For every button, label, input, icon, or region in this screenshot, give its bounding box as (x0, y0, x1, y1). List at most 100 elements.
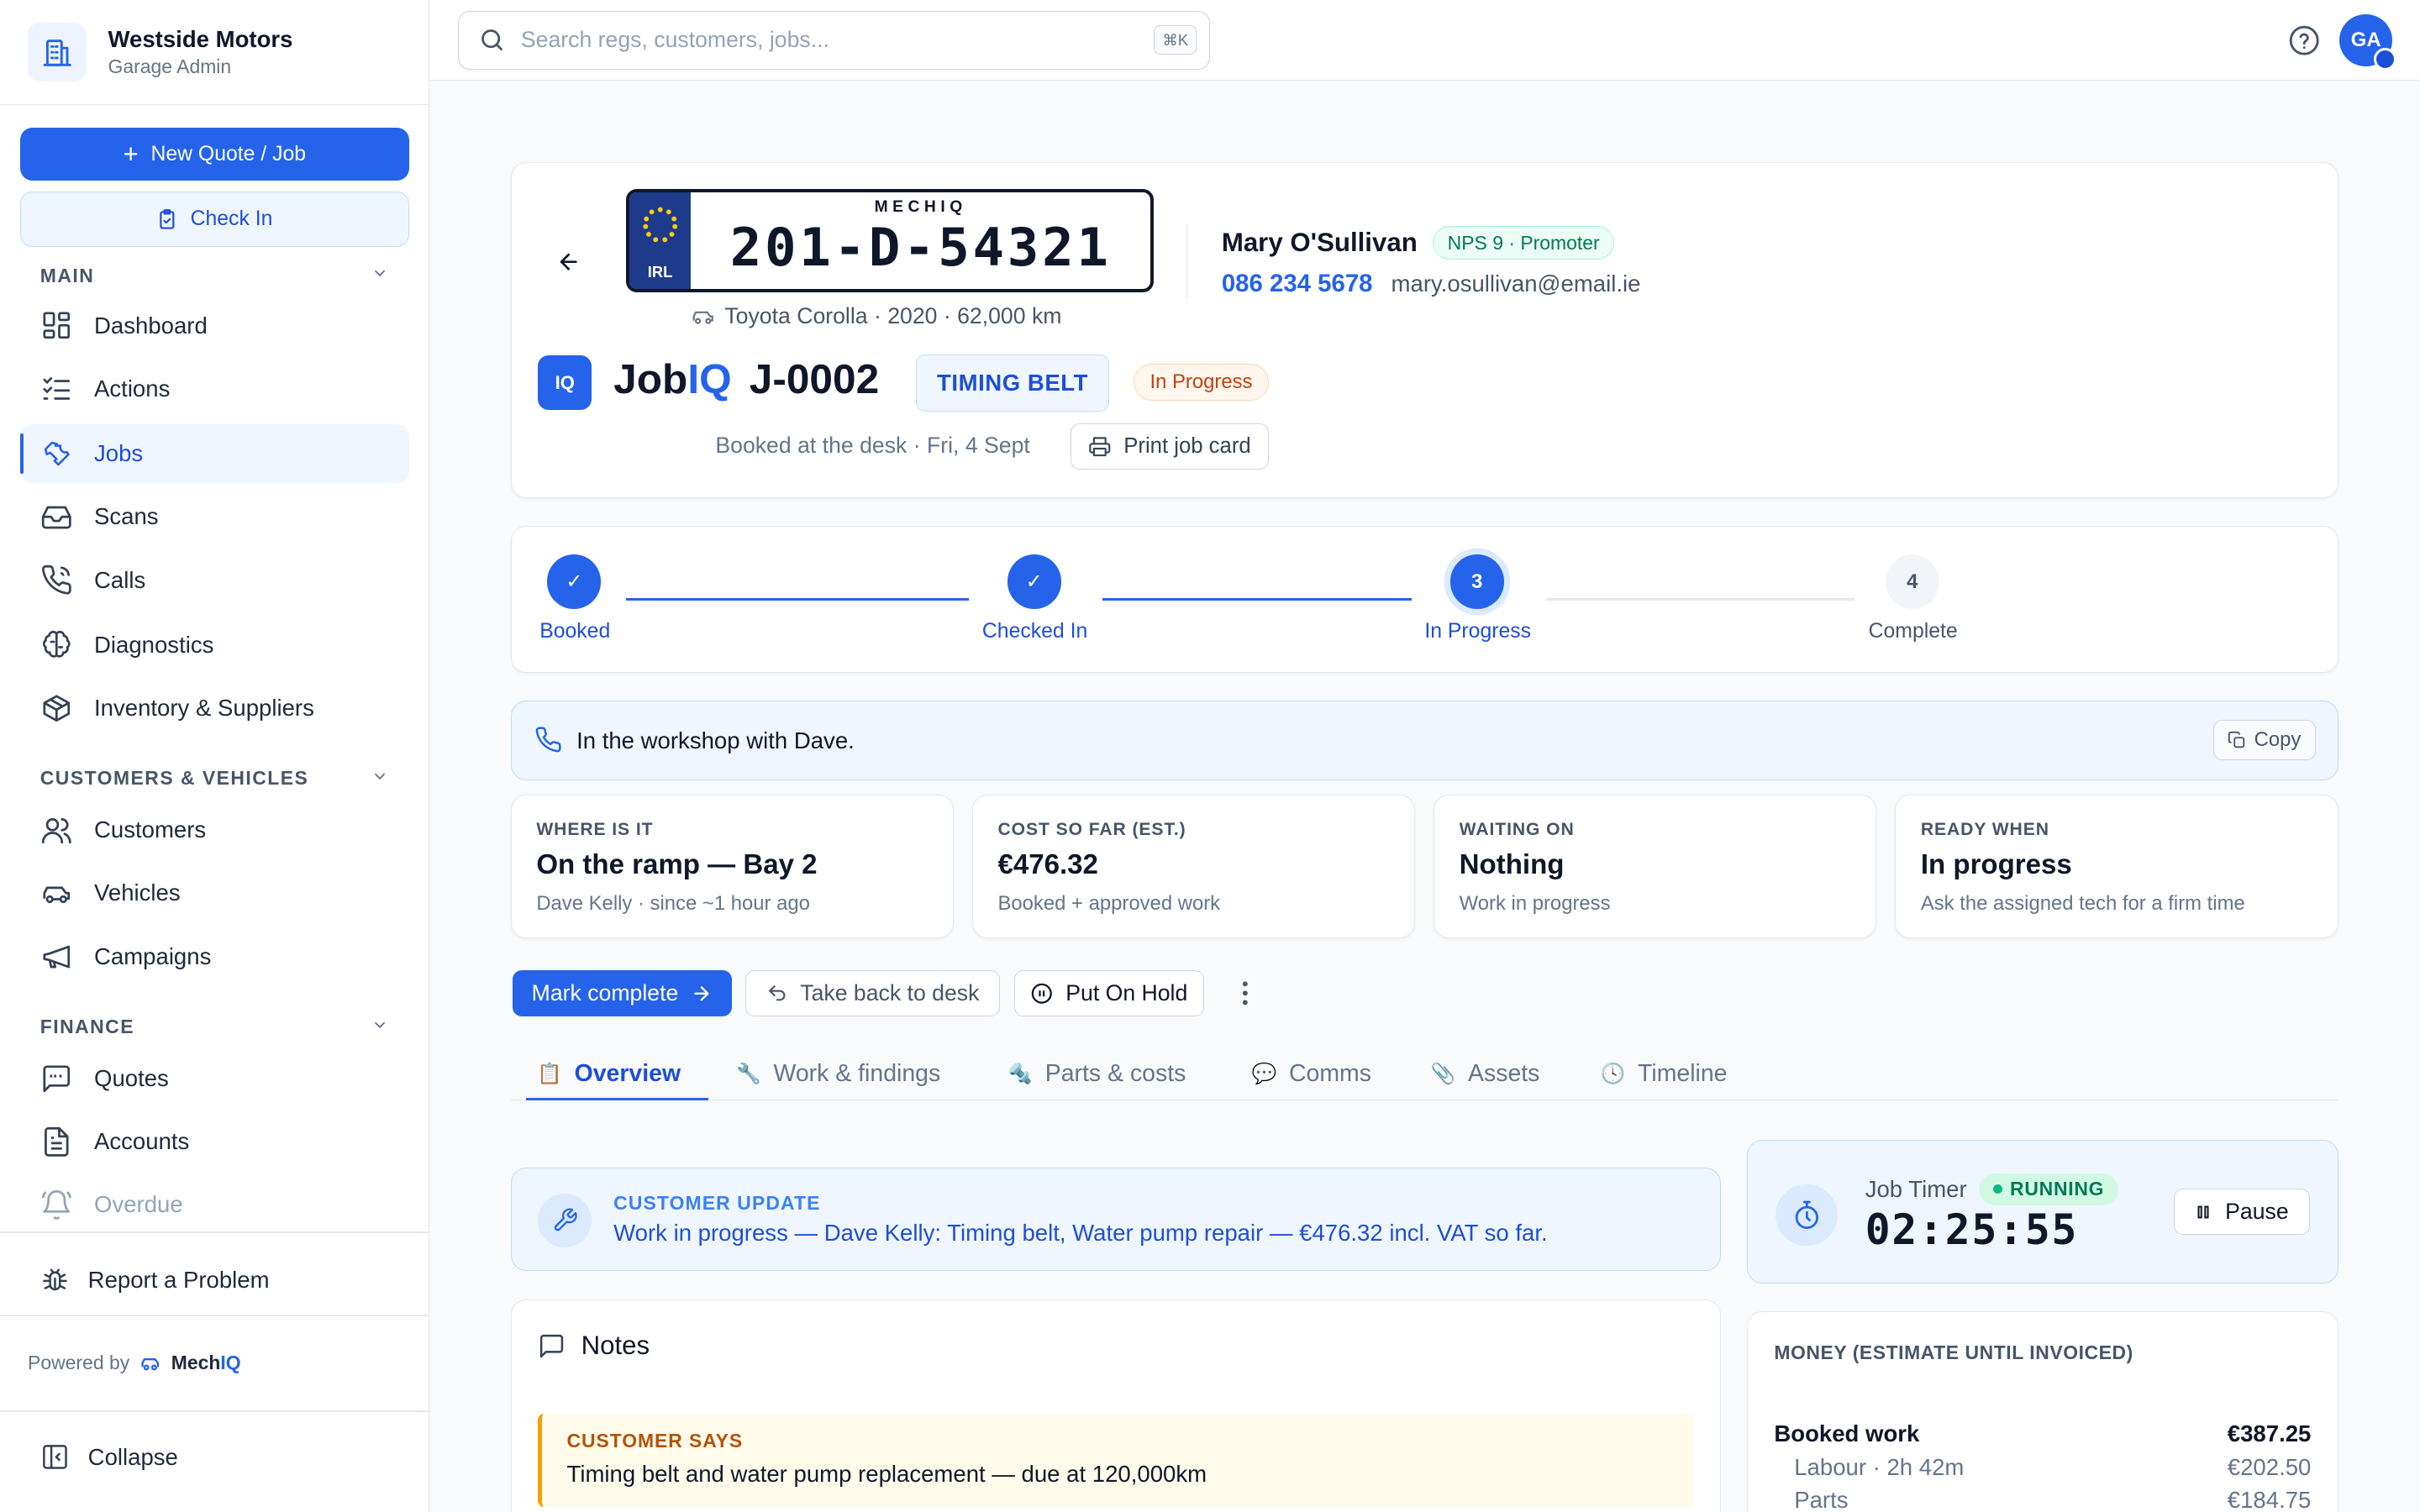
pause-button[interactable]: Pause (2173, 1189, 2310, 1236)
phone-icon (534, 726, 562, 760)
sidebar-item-diagnostics[interactable]: Diagnostics (20, 616, 409, 675)
sidebar-item-calls[interactable]: Calls (20, 551, 409, 610)
powered-brand-b: IQ (220, 1352, 241, 1374)
section-customers-vehicles[interactable]: CUSTOMERS & VEHICLES (40, 767, 389, 790)
clipboard-icon (160, 209, 175, 229)
step-2-circle[interactable]: ✓ (1007, 554, 1061, 609)
step-4-label: Complete (1868, 619, 1958, 643)
section-finance[interactable]: FINANCE (40, 1016, 389, 1039)
divider (1186, 224, 1188, 299)
document-icon (44, 1126, 69, 1157)
new-quote-job-label: New Quote / Job (150, 142, 307, 165)
step-3-circle[interactable]: 3 (1449, 554, 1504, 609)
customer-name-row: Mary O'Sullivan NPS 9 · Promoter (1222, 226, 1615, 260)
sidebar-item-scans[interactable]: Scans (20, 487, 409, 546)
sidebar-item-label: Overdue (94, 1191, 183, 1218)
car-icon (43, 886, 70, 904)
new-quote-job-button[interactable]: + New Quote / Job (19, 128, 409, 181)
job-tabs: 📋 Overview 🔧 Work & findings 🔩 Parts & c… (510, 1053, 2338, 1101)
mark-complete-button[interactable]: Mark complete (512, 970, 732, 1017)
workshop-status-text: In the workshop with Dave. (576, 727, 855, 754)
plate-country: IRL (647, 262, 673, 281)
sidebar-item-actions[interactable]: Actions (20, 360, 409, 418)
clock-icon: 🕓 (1600, 1062, 1626, 1085)
bolt-icon: 🔩 (1007, 1062, 1034, 1085)
sidebar-item-accounts[interactable]: Accounts (20, 1112, 409, 1171)
stat-subtext: Dave Kelly · since ~1 hour ago (536, 892, 810, 916)
brand-header[interactable]: Westside Motors Garage Admin (0, 0, 429, 105)
tab-comms[interactable]: 💬 Comms (1252, 1060, 1371, 1088)
sidebar-item-inventory[interactable]: Inventory & Suppliers (20, 679, 409, 738)
tab-work-findings[interactable]: 🔧 Work & findings (736, 1060, 940, 1088)
tab-timeline[interactable]: 🕓 Timeline (1601, 1060, 1728, 1088)
stat-subtext: Ask the assigned tech for a firm time (1920, 892, 2245, 916)
customer-name[interactable]: Mary O'Sullivan (1222, 228, 1418, 258)
sidebar-item-quotes[interactable]: Quotes (20, 1049, 409, 1108)
sidebar-item-label: Scans (94, 503, 159, 530)
money-row-booked: Booked work €387.25 (1774, 1420, 2311, 1447)
check-icon: ✓ (1025, 570, 1043, 593)
report-label: Report a Problem (87, 1266, 270, 1293)
bell-ring-icon (41, 1190, 71, 1220)
print-job-card-button[interactable]: Print job card (1070, 423, 1269, 470)
report-problem-button[interactable]: Report a Problem (40, 1265, 270, 1294)
user-avatar[interactable]: GA (2339, 13, 2397, 71)
stat-subtext: Booked + approved work (997, 892, 1221, 916)
step-1-label: Booked (539, 619, 611, 643)
notes-title: Notes (581, 1331, 650, 1361)
tab-label: Parts & costs (1044, 1059, 1186, 1087)
sidebar-item-label: Dashboard (94, 312, 208, 339)
stat-label: READY WHEN (1920, 820, 2049, 840)
money-label: Labour · 2h 42m (1794, 1454, 1965, 1481)
tab-parts-costs[interactable]: 🔩 Parts & costs (1007, 1060, 1186, 1088)
sidebar-item-overdue[interactable]: Overdue (20, 1176, 409, 1235)
chevron-down-icon (371, 1016, 389, 1039)
tab-overview[interactable]: 📋 Overview (537, 1060, 681, 1088)
stat-label: WHERE IS IT (536, 820, 654, 840)
tab-label: Work & findings (773, 1059, 941, 1087)
sidebar-item-dashboard[interactable]: Dashboard (20, 297, 409, 355)
search-box[interactable]: ⌘K (458, 10, 1210, 70)
check-in-button[interactable]: Check In (19, 191, 409, 247)
sidebar-item-label: Inventory & Suppliers (94, 695, 314, 722)
divider (0, 1314, 429, 1316)
customer-says-note: CUSTOMER SAYS Timing belt and water pump… (538, 1414, 1694, 1507)
step-4-circle[interactable]: 4 (1885, 554, 1939, 609)
topbar: ⌘K GA (430, 0, 2420, 81)
copy-button[interactable]: Copy (2212, 719, 2316, 760)
quote-bubble-icon (43, 1065, 70, 1092)
message-icon (540, 1334, 564, 1357)
help-icon[interactable] (2287, 24, 2321, 64)
eu-flag-icon: IRL (629, 192, 692, 290)
more-options-icon[interactable] (1234, 978, 1256, 1016)
divider (0, 1410, 429, 1412)
back-arrow-icon[interactable] (556, 249, 581, 281)
step-connector (625, 597, 969, 601)
mark-complete-label: Mark complete (531, 980, 679, 1006)
section-customers-label: CUSTOMERS & VEHICLES (39, 767, 309, 790)
search-input[interactable] (520, 27, 1139, 54)
put-on-hold-button[interactable]: Put On Hold (1013, 970, 1204, 1017)
status-dot (2373, 47, 2397, 71)
tab-assets[interactable]: 📎 Assets (1431, 1060, 1540, 1088)
sidebar-item-jobs[interactable]: Jobs (19, 424, 409, 483)
customer-phone-link[interactable]: 086 234 5678 (1222, 270, 1373, 298)
avatar-initials: GA (2350, 28, 2381, 51)
customer-email[interactable]: mary.osullivan@email.ie (1392, 270, 1641, 297)
stat-waiting-on: WAITING ON Nothing Work in progress (1434, 794, 1877, 938)
collapse-button[interactable]: Collapse (40, 1442, 178, 1472)
phone-icon (41, 565, 71, 595)
step-1-circle[interactable]: ✓ (547, 554, 602, 609)
sidebar-item-label: Calls (94, 566, 146, 593)
section-main[interactable]: MAIN (40, 264, 389, 287)
status-badge: In Progress (1134, 363, 1269, 401)
sidebar-collapse-icon (42, 1445, 67, 1470)
take-back-to-desk-button[interactable]: Take back to desk (745, 970, 1001, 1017)
customer-update-banner: CUSTOMER UPDATE Work in progress — Dave … (510, 1168, 1721, 1272)
tab-label: Timeline (1638, 1059, 1728, 1087)
sidebar-item-campaigns[interactable]: Campaigns (20, 927, 409, 986)
sidebar-item-vehicles[interactable]: Vehicles (20, 864, 409, 923)
sidebar-item-label: Customers (94, 816, 207, 843)
sidebar-item-customers[interactable]: Customers (20, 801, 409, 859)
chevron-down-icon (371, 264, 389, 287)
